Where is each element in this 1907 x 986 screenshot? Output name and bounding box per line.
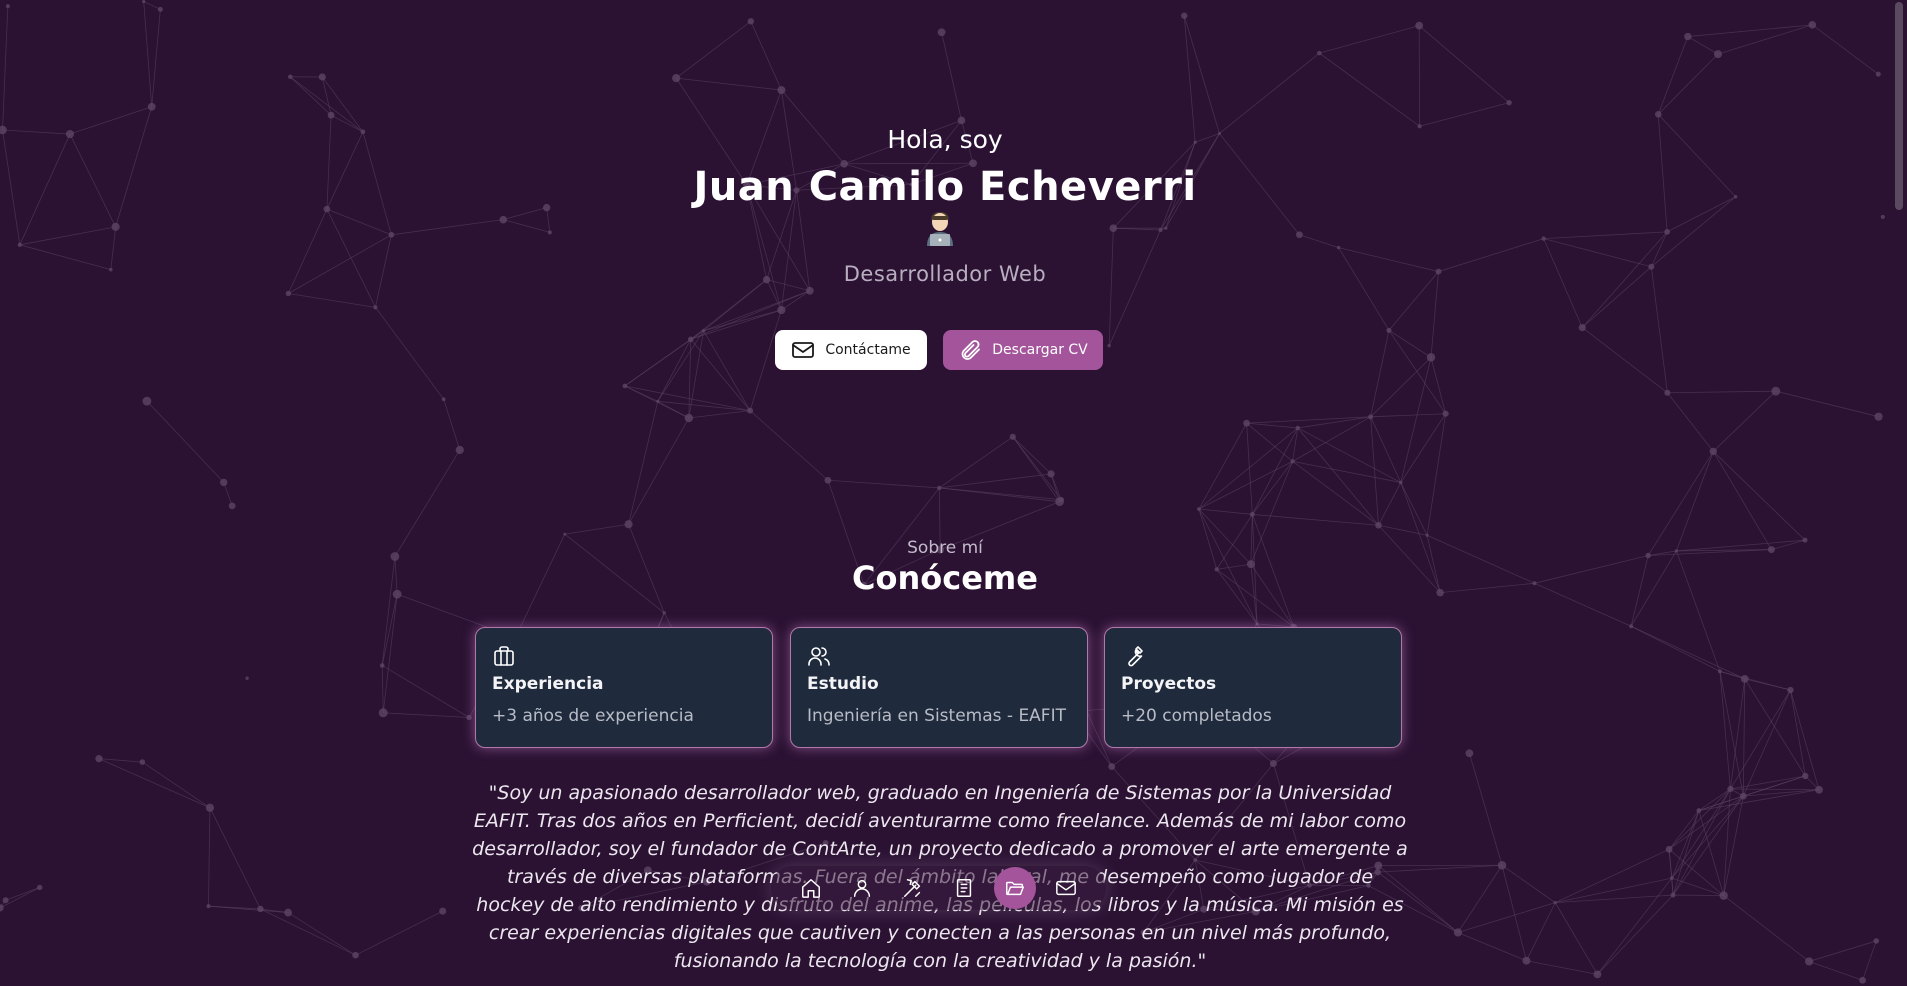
card-value: +3 años de experiencia — [492, 706, 694, 726]
about-eyebrow: Sobre mí — [907, 538, 983, 558]
page-scrollbar[interactable] — [1890, 0, 1907, 986]
card-value: Ingeniería en Sistemas - EAFIT — [807, 706, 1066, 726]
user-icon — [851, 877, 873, 899]
nav-home-button[interactable] — [790, 867, 832, 909]
hero-greeting: Hola, soy — [887, 125, 1003, 154]
nav-contact-button[interactable] — [1045, 867, 1087, 909]
contact-button-label: Contáctame — [825, 342, 911, 358]
technologist-avatar-icon — [925, 210, 955, 248]
home-icon — [800, 877, 822, 899]
users-icon — [807, 644, 831, 668]
hero-role: Desarrollador Web — [843, 262, 1047, 286]
document-icon — [953, 877, 975, 899]
download-cv-button-label: Descargar CV — [992, 342, 1088, 358]
card-title: Proyectos — [1121, 674, 1217, 694]
download-cv-button[interactable]: Descargar CV — [943, 330, 1103, 370]
mail-icon — [1055, 877, 1077, 899]
card-value: +20 completados — [1121, 706, 1272, 726]
nav-skills-button[interactable] — [892, 867, 934, 909]
card-title: Experiencia — [492, 674, 604, 694]
nav-about-button[interactable] — [841, 867, 883, 909]
nav-resume-button[interactable] — [943, 867, 985, 909]
scrollbar-thumb[interactable] — [1895, 2, 1903, 210]
hero-name: Juan Camilo Echeverri — [693, 164, 1197, 210]
study-card: Estudio Ingeniería en Sistemas - EAFIT — [790, 627, 1088, 748]
experience-card: Experiencia +3 años de experiencia — [475, 627, 773, 748]
about-title: Conóceme — [852, 559, 1038, 597]
portfolio-page: Hola, soy Juan Camilo Echeverri Desarrol… — [0, 0, 1890, 986]
mail-icon — [791, 338, 815, 362]
tools-icon — [902, 877, 924, 899]
briefcase-icon — [492, 644, 516, 668]
contact-button[interactable]: Contáctame — [775, 330, 927, 370]
projects-card: Proyectos +20 completados — [1104, 627, 1402, 748]
nav-projects-button[interactable] — [994, 867, 1037, 909]
paperclip-icon — [958, 338, 982, 362]
card-title: Estudio — [807, 674, 879, 694]
bottom-navigation-dock — [771, 866, 1106, 910]
wrench-icon — [1121, 644, 1145, 668]
folder-open-icon — [1004, 877, 1026, 899]
